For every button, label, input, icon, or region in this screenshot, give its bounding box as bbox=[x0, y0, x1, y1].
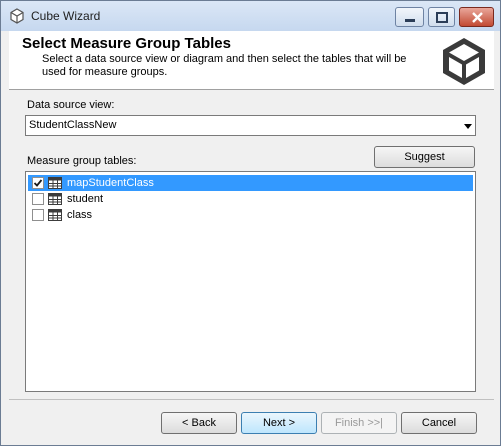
data-source-view-value: StudentClassNew bbox=[29, 119, 117, 131]
close-icon bbox=[472, 12, 483, 23]
cube-icon bbox=[10, 8, 24, 24]
chevron-down-icon bbox=[464, 124, 472, 129]
table-name: student bbox=[67, 193, 104, 205]
list-item[interactable]: class bbox=[28, 207, 473, 223]
measure-group-tables-label: Measure group tables: bbox=[27, 155, 137, 167]
table-icon bbox=[48, 177, 62, 189]
cube-logo-icon bbox=[443, 38, 485, 85]
table-icon bbox=[48, 193, 62, 205]
next-button[interactable]: Next > bbox=[241, 412, 317, 434]
footer-divider bbox=[9, 399, 494, 400]
data-source-view-label: Data source view: bbox=[27, 99, 115, 111]
table-checkbox[interactable] bbox=[32, 209, 44, 221]
cancel-button[interactable]: Cancel bbox=[401, 412, 477, 434]
suggest-button[interactable]: Suggest bbox=[374, 146, 475, 168]
table-name: mapStudentClass bbox=[67, 177, 154, 189]
table-checkbox[interactable] bbox=[32, 193, 44, 205]
table-name: class bbox=[67, 209, 93, 221]
table-checkbox[interactable] bbox=[32, 177, 44, 189]
wizard-header: Select Measure Group Tables Select a dat… bbox=[9, 31, 494, 90]
table-icon bbox=[48, 209, 62, 221]
page-description: Select a data source view or diagram and… bbox=[42, 53, 407, 78]
minimize-icon bbox=[405, 19, 415, 22]
title-bar[interactable]: Cube Wizard bbox=[1, 1, 500, 31]
data-source-view-select[interactable]: StudentClassNew bbox=[25, 115, 476, 136]
minimize-button[interactable] bbox=[395, 7, 424, 27]
close-button[interactable] bbox=[459, 7, 494, 27]
back-button[interactable]: < Back bbox=[161, 412, 237, 434]
maximize-icon bbox=[436, 12, 448, 23]
list-item[interactable]: mapStudentClass bbox=[28, 175, 473, 191]
maximize-button[interactable] bbox=[428, 7, 455, 27]
checkmark-icon bbox=[33, 179, 43, 187]
finish-button: Finish >>| bbox=[321, 412, 397, 434]
measure-group-tables-list[interactable]: mapStudentClass student class bbox=[25, 171, 476, 392]
page-title: Select Measure Group Tables bbox=[22, 35, 231, 52]
window-title: Cube Wizard bbox=[31, 9, 101, 23]
list-item[interactable]: student bbox=[28, 191, 473, 207]
cube-wizard-window: Cube Wizard Select Measure Group Tables … bbox=[0, 0, 501, 446]
